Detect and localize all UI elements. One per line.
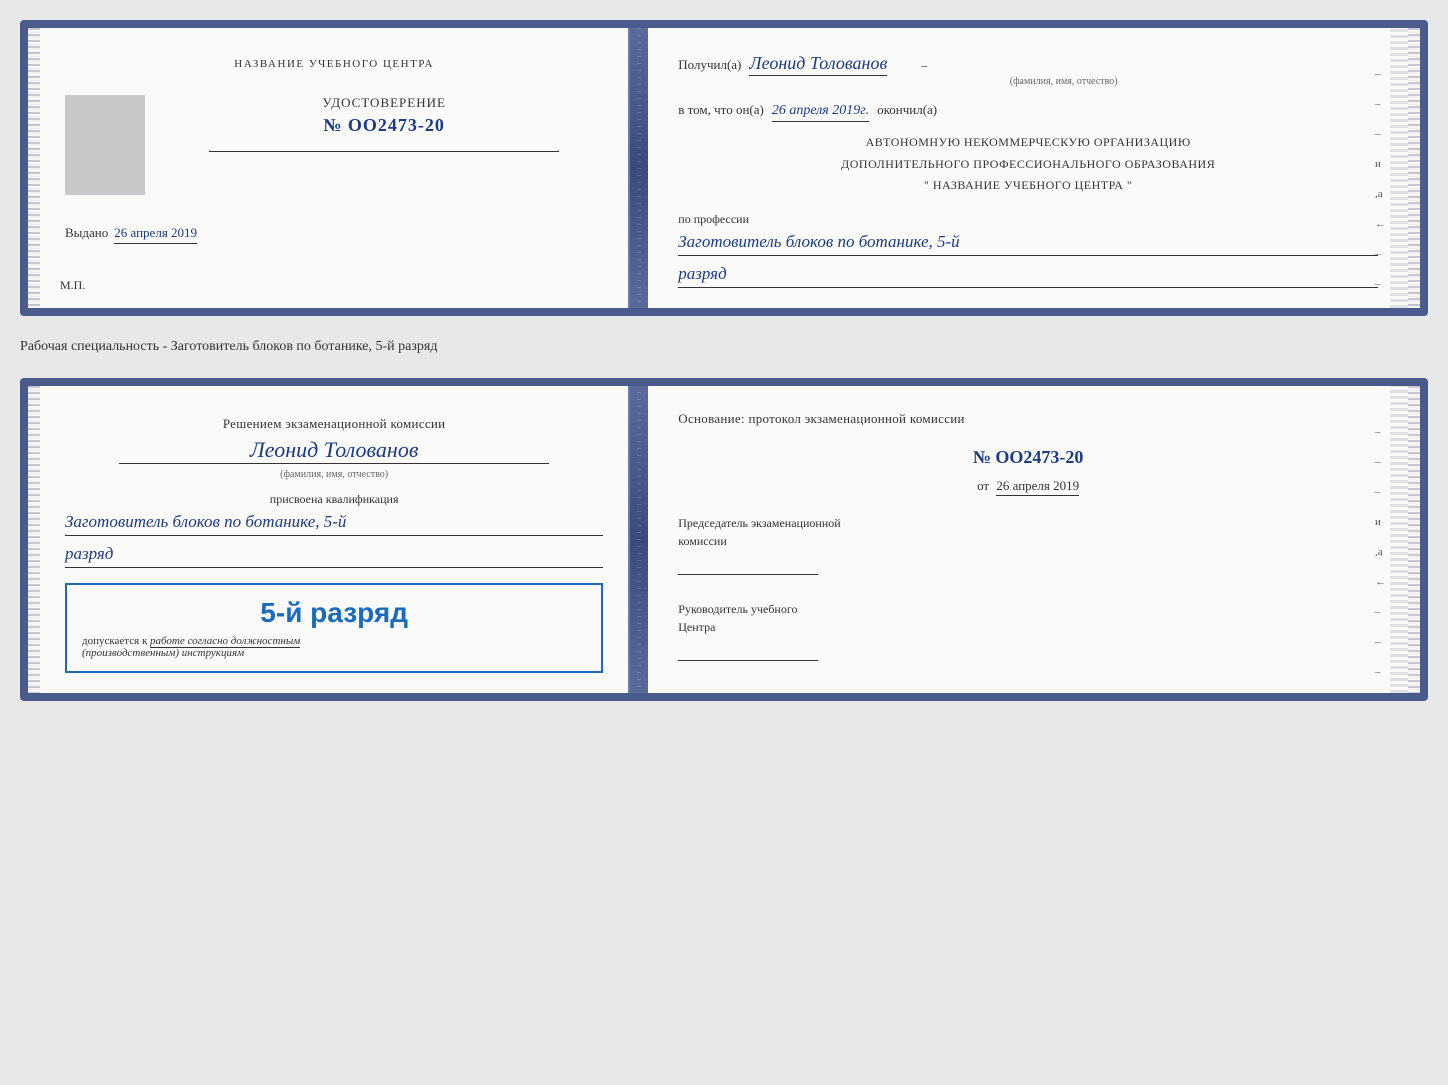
- org-line2: ДОПОЛНИТЕЛЬНОГО ПРОФЕССИОНАЛЬНОГО ОБРАЗО…: [678, 154, 1378, 176]
- right-border-stripe-2: [1408, 386, 1420, 693]
- head-label-2: Центра: [678, 618, 1378, 636]
- between-label: Рабочая специальность - Заготовитель бло…: [20, 334, 1428, 360]
- dash8: –: [1375, 278, 1386, 290]
- stamp-allowed: допускается к: [82, 635, 147, 647]
- issued-date-value: 26 апреля 2019: [114, 225, 197, 244]
- stamp-work: работе согласно должностным: [150, 635, 300, 648]
- head-label: Руководитель учебного Центра: [678, 600, 1378, 666]
- dash2-2: –: [1375, 456, 1386, 468]
- profession-label: по профессии: [678, 212, 1378, 227]
- center-title: НАЗВАНИЕ УЧЕБНОГО ЦЕНТРА: [65, 58, 603, 70]
- dash2-7: –: [1375, 606, 1386, 618]
- doc1-right-page: Получил(а) Леонид Толованов – (фамилия, …: [648, 28, 1408, 308]
- profession-value: Заготовитель блоков по ботанике, 5-й: [678, 232, 1378, 256]
- dash2: –: [1375, 98, 1386, 110]
- rank-value2: разряд: [65, 544, 603, 568]
- spine-1: [630, 28, 648, 308]
- dash1: –: [1375, 68, 1386, 80]
- from-prefix: от: [977, 478, 989, 493]
- org-line1: АВТОНОМНУЮ НЕКОММЕРЧЕСКУЮ ОРГАНИЗАЦИЮ: [678, 132, 1378, 154]
- confirm-date: 26 апреля 2019г.: [772, 103, 869, 122]
- decision-text: Решением экзаменационной комиссии: [65, 416, 603, 432]
- cert-info: УДОСТОВЕРЕНИЕ № OO2473-20: [165, 95, 603, 160]
- left-border-stripe: [28, 28, 40, 308]
- dash2-9: –: [1375, 666, 1386, 678]
- recipient-name-block: Леонид Толованов – (фамилия, имя, отчест…: [749, 53, 1378, 87]
- person-name-large: Леонид Толованов: [119, 437, 550, 464]
- doc2-left-page: Решением экзаменационной комиссии Леонид…: [40, 386, 630, 693]
- confirm-prefix: в том, что он(а): [678, 102, 764, 118]
- stamp-box: 5-й разряд допускается к работе согласно…: [65, 583, 603, 673]
- left-border-stripe-2: [28, 386, 40, 693]
- dash2-4: и: [1375, 516, 1386, 528]
- dash6: ←: [1375, 218, 1386, 230]
- chairman-label-1: Председатель экзаменационной: [678, 514, 1378, 532]
- stamp-allowed-block: допускается к работе согласно должностны…: [82, 635, 586, 647]
- org-name: " НАЗВАНИЕ УЧЕБНОГО ЦЕНТРА ": [678, 175, 1378, 197]
- org-block: АВТОНОМНУЮ НЕКОММЕРЧЕСКУЮ ОРГАНИЗАЦИЮ ДО…: [678, 132, 1378, 197]
- issued-block: Выдано 26 апреля 2019: [65, 225, 603, 244]
- doc2-right-page: Основание: протокол экзаменационной коми…: [648, 386, 1408, 693]
- chairman-label: Председатель экзаменационной комиссии: [678, 514, 1378, 580]
- from-date-value: 26 апреля 2019: [996, 478, 1079, 496]
- person-name-block: Леонид Толованов (фамилия, имя, отчество…: [65, 437, 603, 480]
- stamp-instructions: (производственным) инструкциям: [82, 647, 586, 659]
- protocol-number: № OO2473-20: [678, 447, 1378, 468]
- right-border-stripe: [1408, 28, 1420, 308]
- dash2-8: –: [1375, 636, 1386, 648]
- dash7: –: [1375, 248, 1386, 260]
- issued-prefix-label: Выдано: [65, 225, 108, 241]
- side-dashes-2: – – – и ,а ← – – – –: [1375, 426, 1386, 701]
- dash2-5: ,а: [1375, 546, 1386, 558]
- doc1-left-page: НАЗВАНИЕ УЧЕБНОГО ЦЕНТРА УДОСТОВЕРЕНИЕ №…: [40, 28, 630, 308]
- stamp-rank: 5-й разряд: [82, 597, 586, 629]
- document-2: Решением экзаменационной комиссии Леонид…: [20, 378, 1428, 701]
- basis-label: Основание: протокол экзаменационной коми…: [678, 411, 1378, 427]
- recipient-dash: –: [921, 58, 927, 72]
- cert-label: УДОСТОВЕРЕНИЕ: [165, 95, 603, 111]
- confirm-block: в том, что он(а) 26 апреля 2019г. окончи…: [678, 102, 1378, 122]
- chairman-label-2: комиссии: [678, 532, 1378, 550]
- from-date-block: от 26 апреля 2019: [678, 478, 1378, 494]
- person-sub-label: (фамилия, имя, отчество): [65, 469, 603, 480]
- photo-block: УДОСТОВЕРЕНИЕ № OO2473-20: [65, 95, 603, 195]
- document-1: НАЗВАНИЕ УЧЕБНОГО ЦЕНТРА УДОСТОВЕРЕНИЕ №…: [20, 20, 1428, 316]
- cert-underline: [209, 151, 560, 152]
- mp-label: М.П.: [60, 278, 85, 293]
- photo-placeholder: [65, 95, 145, 195]
- head-label-1: Руководитель учебного: [678, 600, 1378, 618]
- profession-block: по профессии Заготовитель блоков по бота…: [678, 212, 1378, 288]
- dash2-3: –: [1375, 486, 1386, 498]
- recipient-sub-label: (фамилия, имя, отчество): [749, 76, 1378, 87]
- spine-2: [630, 386, 648, 693]
- recipient-name: Леонид Толованов: [749, 53, 887, 76]
- dash9: –: [1375, 308, 1386, 316]
- recipient-block: Получил(а) Леонид Толованов – (фамилия, …: [678, 53, 1378, 87]
- chairman-signature-line: [678, 555, 818, 575]
- page-container: НАЗВАНИЕ УЧЕБНОГО ЦЕНТРА УДОСТОВЕРЕНИЕ №…: [20, 20, 1428, 701]
- side-dashes-1: – – – и ,а ← – – – –: [1375, 68, 1386, 316]
- rank-value: разряд: [678, 264, 1378, 288]
- dash2-6: ←: [1375, 576, 1386, 588]
- head-signature-line: [678, 641, 818, 661]
- dash2-10: –: [1375, 696, 1386, 701]
- dash5: ,а: [1375, 188, 1386, 200]
- confirm-suffix: окончил(а): [877, 102, 937, 118]
- dash4: и: [1375, 158, 1386, 170]
- dash2-1: –: [1375, 426, 1386, 438]
- dash3: –: [1375, 128, 1386, 140]
- qualification-label: присвоена квалификация: [65, 492, 603, 507]
- cert-number: № OO2473-20: [165, 115, 603, 136]
- qualification-value: Заготовитель блоков по ботанике, 5-й: [65, 512, 603, 536]
- recipient-prefix: Получил(а): [678, 57, 741, 73]
